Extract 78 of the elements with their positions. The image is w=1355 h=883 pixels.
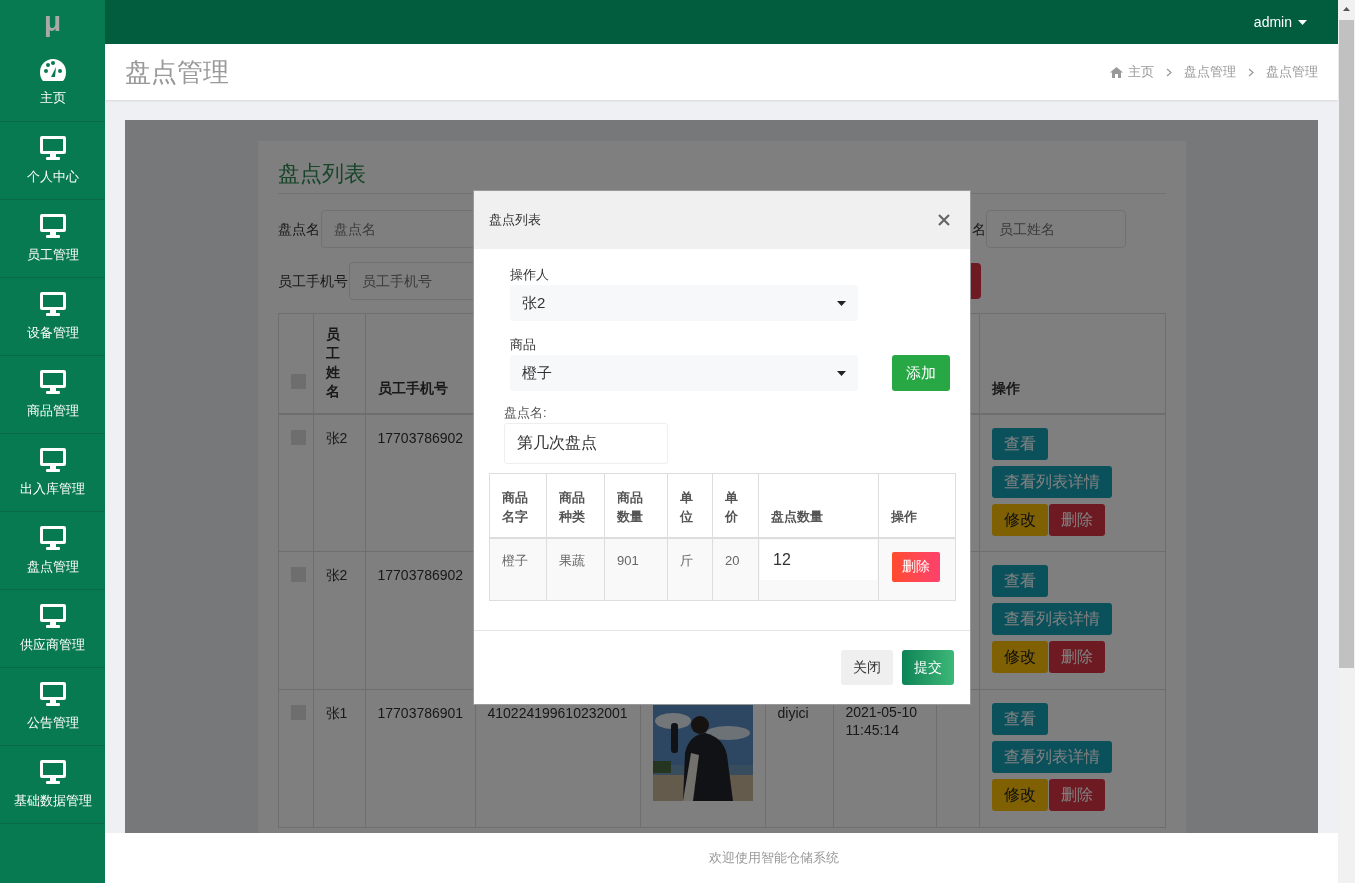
submit-button[interactable]: 提交 (902, 650, 954, 685)
product-select[interactable]: 橙子 (510, 355, 858, 391)
monitor-icon (38, 134, 67, 161)
caret-icon (837, 370, 846, 376)
breadcrumb-link[interactable]: 主页 (1128, 62, 1154, 82)
table-cell: 20 (725, 552, 740, 568)
operator-select[interactable]: 张2 (510, 285, 858, 321)
column-header: 商品数量 (617, 489, 643, 524)
column-header: 员工手机号 (377, 379, 448, 396)
column-header: 单价 (725, 489, 738, 524)
monitor-icon (38, 758, 67, 785)
monitor-icon (38, 368, 67, 395)
column-header: 操作 (891, 509, 917, 524)
table-cell: 张2 (325, 567, 348, 583)
page-title: 盘点管理 (125, 55, 229, 89)
view-button[interactable]: 查看 (991, 703, 1048, 735)
chevron-icon (1166, 67, 1172, 77)
caret-icon (1298, 19, 1307, 25)
table-cell-text: 2021-05-10 11:45:14 (845, 703, 919, 739)
field-label: 操作人 (510, 267, 550, 283)
monitor-icon (38, 290, 67, 317)
filter-label: 员工手机号 (277, 271, 348, 291)
table-cell: 橙子 (502, 552, 528, 568)
logo: μ (43, 5, 62, 39)
table-cell: 17703786902 (377, 429, 464, 446)
scrollbar[interactable] (1338, 0, 1355, 883)
table-cell: 901 (617, 552, 639, 568)
close-icon[interactable] (938, 214, 950, 226)
filter-label: 盘点名 (277, 219, 320, 239)
view-button[interactable]: 查看 (991, 427, 1048, 460)
column-header: 操作 (991, 379, 1020, 396)
scrollbar-thumb[interactable] (1339, 20, 1354, 668)
monitor-icon (38, 212, 67, 239)
add-button[interactable]: 添加 (892, 355, 950, 391)
detail-button[interactable]: 查看列表详情 (991, 741, 1112, 773)
view-button[interactable]: 查看 (991, 565, 1048, 597)
table-cell: 斤 (680, 552, 693, 568)
table-cell: 张1 (325, 705, 348, 721)
field-label: 商品 (510, 337, 537, 353)
delete-button[interactable]: 删除 (1048, 503, 1105, 536)
column-header: 商品种类 (559, 489, 585, 524)
monitor-icon (38, 446, 67, 473)
chevron-icon (1248, 67, 1254, 77)
edit-button[interactable]: 修改 (991, 503, 1048, 536)
delete-button[interactable]: 删除 (1048, 641, 1105, 673)
column-header: 商品名字 (502, 489, 528, 524)
monitor-icon (38, 680, 67, 707)
inventory-name-field[interactable]: 第几次盘点 (504, 423, 668, 464)
table-cell: 17703786902 (377, 567, 464, 583)
close-button[interactable]: 关闭 (841, 650, 893, 685)
monitor-icon (38, 524, 67, 551)
table-cell: 果蔬 (559, 552, 585, 568)
column-header: 单位 (680, 489, 693, 524)
field-label: 盘点名: (504, 405, 548, 421)
delete-button[interactable]: 删除 (1048, 779, 1105, 811)
scroll-up-icon[interactable] (1343, 7, 1350, 11)
user-menu[interactable]: admin (1253, 11, 1307, 33)
detail-button[interactable]: 查看列表详情 (991, 603, 1112, 635)
breadcrumb-link[interactable]: 盘点管理 (1184, 62, 1236, 82)
dashboard-icon (38, 57, 67, 82)
delete-button[interactable]: 删除 (892, 551, 940, 582)
edit-button[interactable]: 修改 (991, 779, 1048, 811)
count-field[interactable]: 12 (760, 539, 877, 580)
footer-text: 欢迎使用智能仓储系统 (709, 849, 839, 868)
home-icon (1110, 66, 1123, 78)
column-header: 盘点数量 (771, 509, 823, 524)
table-cell: 17703786901 (377, 705, 464, 721)
table-cell: 张2 (325, 429, 348, 446)
filter-label: 名 (971, 219, 986, 239)
caret-icon (837, 300, 846, 306)
edit-button[interactable]: 修改 (991, 641, 1048, 673)
table-cell: diyici (777, 705, 809, 721)
table-cell: 410224199610232001 (487, 705, 628, 721)
detail-button[interactable]: 查看列表详情 (991, 465, 1112, 498)
breadcrumb-link[interactable]: 盘点管理 (1266, 62, 1318, 82)
search-field[interactable]: 员工姓名 (985, 210, 1126, 248)
column-header: 员工姓名 (325, 324, 340, 401)
monitor-icon (38, 602, 67, 629)
